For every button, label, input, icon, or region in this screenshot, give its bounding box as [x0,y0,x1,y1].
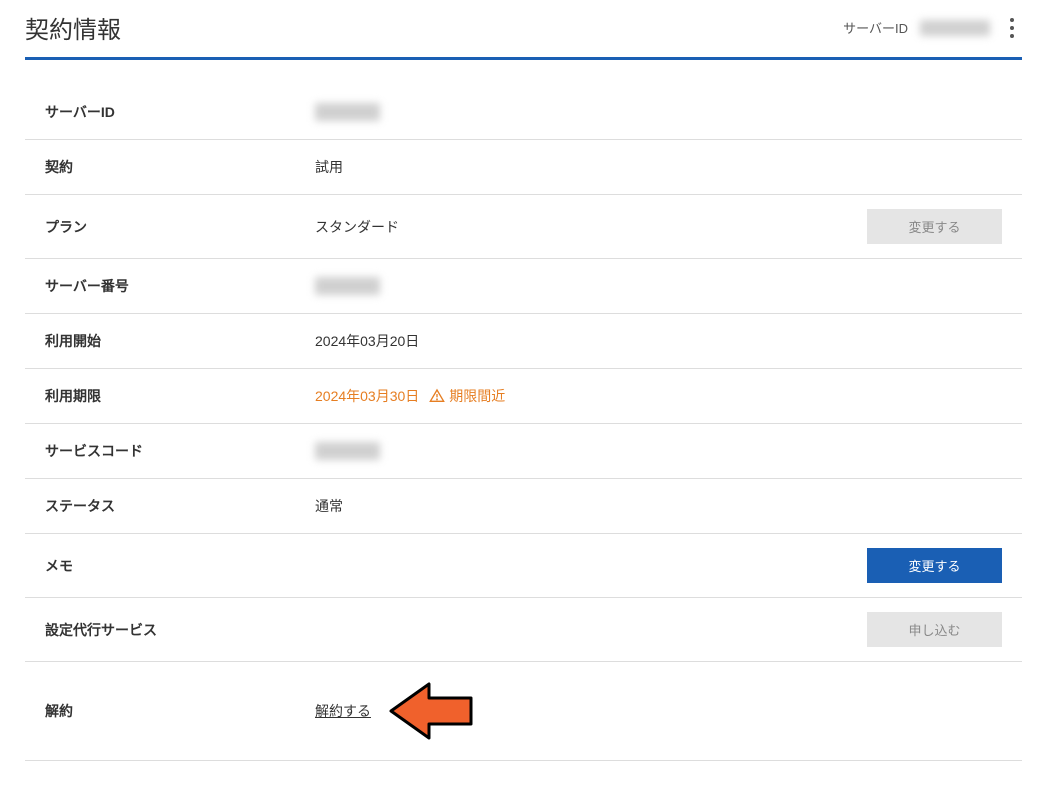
cancel-link[interactable]: 解約する [315,701,371,721]
kebab-menu-icon[interactable] [1002,16,1022,40]
value-status: 通常 [315,496,1002,516]
label-expiry: 利用期限 [45,386,315,406]
pointer-arrow-icon [389,676,479,746]
label-cancel: 解約 [45,701,315,721]
value-expiry-warn: 期限間近 [449,386,505,406]
label-server-id: サーバーID [45,102,315,122]
header-server-id-label: サーバーID [843,18,908,37]
row-status: ステータス 通常 [25,479,1022,534]
row-server-number: サーバー番号 XXXXXX [25,259,1022,314]
plan-change-button[interactable]: 変更する [867,209,1002,244]
row-server-id: サーバーID XXXXXXX [25,85,1022,140]
proxy-apply-button[interactable]: 申し込む [867,612,1002,647]
value-contract: 試用 [315,157,1002,177]
row-cancel: 解約 解約する [25,662,1022,761]
row-plan: プラン スタンダード 変更する [25,195,1022,259]
row-proxy-service: 設定代行サービス 申し込む [25,598,1022,662]
label-contract: 契約 [45,157,315,177]
value-server-id: XXXXXXX [315,103,380,121]
value-server-number: XXXXXX [315,277,380,295]
label-start-date: 利用開始 [45,331,315,351]
label-server-number: サーバー番号 [45,276,315,296]
row-expiry: 利用期限 2024年03月30日 期限間近 [25,369,1022,424]
row-start-date: 利用開始 2024年03月20日 [25,314,1022,369]
contract-info-panel: 契約情報 サーバーID XXXXXX サーバーID XXXXXXX 契約 試用 … [0,0,1047,786]
warning-icon: 期限間近 [429,386,505,406]
value-plan: スタンダード [315,217,867,237]
memo-change-button[interactable]: 変更する [867,548,1002,583]
label-memo: メモ [45,556,315,576]
row-service-code: サービスコード XXXXXXXX [25,424,1022,479]
label-plan: プラン [45,217,315,237]
label-service-code: サービスコード [45,441,315,461]
label-status: ステータス [45,496,315,516]
value-service-code: XXXXXXXX [315,442,380,460]
header-server-id-value: XXXXXX [920,20,990,36]
header-right: サーバーID XXXXXX [843,16,1022,40]
page-title: 契約情報 [25,10,121,45]
value-start-date: 2024年03月20日 [315,331,1002,351]
value-expiry-date: 2024年03月30日 [315,386,419,406]
label-proxy-service: 設定代行サービス [45,620,315,640]
page-header: 契約情報 サーバーID XXXXXX [25,10,1022,60]
row-contract: 契約 試用 [25,140,1022,195]
row-memo: メモ 変更する [25,534,1022,598]
